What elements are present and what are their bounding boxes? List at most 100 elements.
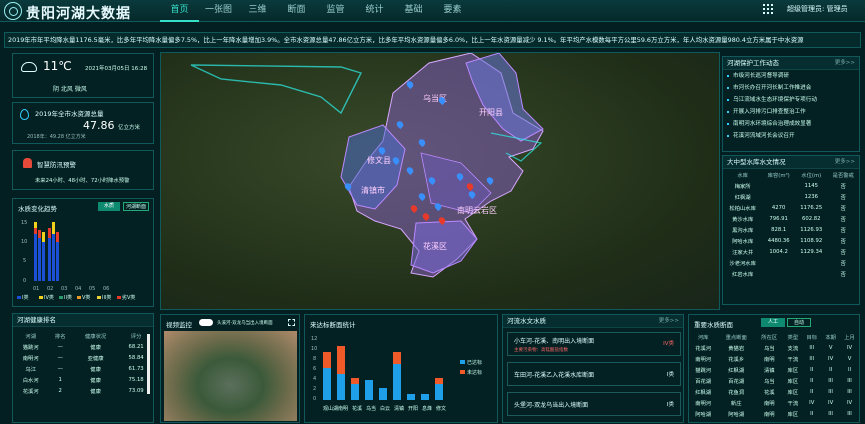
area-category: 观山湖 (323, 405, 338, 412)
tab-quality[interactable]: 水质 (98, 202, 120, 211)
table-row[interactable]: 松柏山水库 4270 1176.25 否 (723, 202, 859, 213)
video-toggle[interactable] (199, 319, 213, 326)
news-item[interactable]: 南明河水环境综合治理成效显著 (723, 118, 859, 130)
table-row[interactable]: 南明河 花溪乡 南明 干流 III IV V (689, 353, 859, 364)
quality-y-tick: 5 (23, 258, 26, 264)
river-item[interactable]: 车田河-花溪乙入花溪水库断面 I类 (507, 362, 681, 386)
nav-map[interactable]: 一张图 (199, 0, 238, 22)
reservoir-title: 大中型水库水文情况 (727, 158, 786, 166)
river-item[interactable]: 小车河-花溪、南明出入境断面 主要污染物：高锰酸盐指数 IV类 (507, 332, 681, 356)
app-title: 贵阳河湖大数据 (26, 6, 131, 22)
protect-more-link[interactable]: 更多>> (835, 57, 855, 70)
river-more-link[interactable]: 更多>> (659, 315, 679, 328)
quality-x-tick: 04 (75, 286, 81, 292)
table-row[interactable]: 梅家所 1145 否 (723, 180, 859, 191)
table-row[interactable]: 黑沟水库 828.1 1126.93 否 (723, 224, 859, 235)
table-row[interactable]: 猫跳河 — 健康 68.21 (13, 341, 153, 352)
nav-section[interactable]: 断面 (277, 0, 316, 22)
news-item[interactable]: 花溪河流域河长会议召开 (723, 130, 859, 142)
news-item[interactable]: 市级河长巡河督导调研 (723, 70, 859, 82)
col-rank: 排名 (54, 333, 66, 340)
legend-class5: V类 (82, 294, 90, 301)
nav-stats[interactable]: 统计 (355, 0, 394, 22)
table-row[interactable]: 百花湖 百花湖 乌当 库区 II III III (689, 375, 859, 386)
table-row[interactable]: 阿哈湖 阿哈湖 南明 库区 II III III (689, 408, 859, 419)
nav-3d[interactable]: 三维 (238, 0, 277, 22)
legend-class1: I类 (22, 294, 28, 301)
alarm-icon (23, 158, 32, 168)
legend-class3: III类 (102, 294, 111, 301)
table-row[interactable]: 红枫湖 花鱼洞 花溪 库区 II III III (689, 386, 859, 397)
table-row[interactable]: 红岩水库否 (723, 268, 859, 279)
table-row[interactable]: 阿哈水库 4480.36 1108.92 否 (723, 235, 859, 246)
tab-manual[interactable]: 人工 (761, 318, 785, 327)
quality-trend-panel: 水质变化趋势 水质 河湖断面 15 10 5 0 01 02 03 04 05 … (12, 198, 154, 307)
col-health: 健康状况 (85, 333, 107, 340)
legend-inferior5: 劣V类 (122, 294, 135, 301)
water-drop-icon (20, 109, 29, 120)
reservoir-more-link[interactable]: 更多>> (835, 156, 855, 169)
news-item[interactable]: 开展入河排污口排查整治工作 (723, 106, 859, 118)
main-nav: 首页 一张图 三维 断面 监管 统计 基础 要素 (160, 0, 472, 22)
news-item[interactable]: 市河长办召开河长制工作推进会 (723, 82, 859, 94)
nav-base[interactable]: 基础 (394, 0, 433, 22)
area-category: 修文 (436, 405, 446, 412)
video-frame[interactable] (164, 331, 297, 421)
table-row[interactable]: 南明河 — 亚健康 58.84 (13, 352, 153, 363)
flood-warning-panel[interactable]: 智慧防汛预警 未来24小时、48小时、72小时降水预警 (12, 150, 154, 190)
table-row[interactable]: 黄沙水库 796.91 602.82 否 (723, 213, 859, 224)
area-y-tick: 10 (311, 346, 317, 352)
area-category: 白云 (380, 405, 390, 412)
river-hydro-panel: 河流水文水质 更多>> 小车河-花溪、南明出入境断面 主要污染物：高锰酸盐指数 I… (502, 314, 684, 423)
top-header: 贵阳河湖大数据 首页 一张图 三维 断面 监管 统计 基础 要素 超级管理员: … (0, 0, 865, 22)
table-row[interactable]: 乌江 — 健康 61.73 (13, 363, 153, 374)
district-nanming: 南明云岩区 (457, 205, 497, 215)
news-item[interactable]: 乌江流域水生态环境保护专项行动 (723, 94, 859, 106)
apps-grid-icon[interactable] (763, 4, 773, 14)
map-view[interactable]: 乌当区 开阳县 修文县 清镇市 花溪区 南明云岩区 (160, 52, 720, 310)
table-row[interactable]: 花溪河 黄猫岩 乌当 支流 III V IV (689, 342, 859, 353)
area-y-tick: 0 (313, 396, 316, 402)
fullscreen-icon[interactable] (288, 319, 295, 326)
col-river: 河湖 (25, 333, 36, 340)
rank-scrollbar[interactable] (147, 334, 150, 394)
table-row[interactable]: 白水河 1 健康 75.18 (13, 374, 153, 385)
area-y-tick: 2 (313, 386, 316, 392)
temperature: 11℃ (43, 59, 72, 73)
table-row[interactable]: 汪家大井 1004.2 1129.34 否 (723, 246, 859, 257)
protect-news-panel: 河湖保护工作动态 更多>> 市级河长巡河督导调研 市河长办召开河长制工作推进会 乌… (722, 56, 860, 152)
legend-class4: IV类 (44, 294, 54, 301)
nav-elements[interactable]: 要素 (433, 0, 472, 22)
weather-icon (21, 62, 37, 72)
reservoir-table: 水库 库容(m³) 水位(m) 是否警戒 梅家所 1145 否 红枫湖 1236 否 松柏山水… (723, 169, 859, 279)
district-kaiyang: 开阳县 (479, 108, 503, 117)
water-total-unit: 亿立方米 (118, 125, 141, 131)
nav-supervise[interactable]: 监管 (316, 0, 355, 22)
section-stats-panel: 来达标断面统计 12 10 8 6 4 2 0 观山湖 南明 花溪 乌当 白云 … (304, 314, 498, 423)
table-row[interactable]: 沙老河水库否 (723, 257, 859, 268)
reservoir-panel: 大中型水库水文情况 更多>> 水库 库容(m³) 水位(m) 是否警戒 梅家所 1145 否… (722, 155, 860, 305)
key-section-panel: 重要水质断面 人工 自动 河库 重点断面 所在区 类型 目标 本期 上月 花溪河 黄猫岩 乌当支… (688, 314, 860, 423)
water-total-panel: 2019年全市水资源总量 47.86 亿立方米 2018年：49.28 亿立方米 (12, 102, 154, 144)
nav-home[interactable]: 首页 (160, 0, 199, 22)
health-rank-panel: 河湖健康排名 河湖 排名 健康状况 评分 猫跳河 — 健康 68.21 南明河 — 亚健康 58.… (12, 313, 154, 423)
tab-section[interactable]: 河湖断面 (123, 202, 149, 211)
table-row[interactable]: 红枫湖 1236 否 (723, 191, 859, 202)
water-total-label: 2019年全市水资源总量 (35, 110, 104, 118)
area-y-tick: 12 (311, 336, 317, 342)
flood-warning-text: 未来24小时、48小时、72小时降水预警 (35, 178, 130, 184)
water-prev-note: 2018年：49.28 亿立方米 (27, 134, 86, 140)
quality-x-tick: 03 (61, 286, 67, 292)
area-category: 乌当 (366, 405, 376, 412)
table-row[interactable]: 南明河 新庄 南明 干流 IV IV IV (689, 397, 859, 408)
table-row[interactable]: 猫跳河 红枫湖 清镇 库区 II II II (689, 364, 859, 375)
legend-fail: 未达标 (467, 369, 482, 376)
table-row[interactable]: 花溪河 2 健康 73.09 (13, 385, 153, 396)
ticker-text: 2019年市年平均降水量1176.5毫米，比多年平均降水量偏多7.5%，比上一年… (8, 36, 804, 44)
area-category: 开阳 (408, 405, 418, 412)
area-category: 南明 (338, 405, 348, 412)
tab-auto[interactable]: 自动 (787, 318, 811, 327)
user-menu[interactable]: 超级管理员: 管理员 (787, 4, 848, 14)
river-item[interactable]: 头堡河-双龙乌当出入境断面 I类 (507, 392, 681, 416)
district-qingzhen: 清镇市 (361, 185, 385, 195)
